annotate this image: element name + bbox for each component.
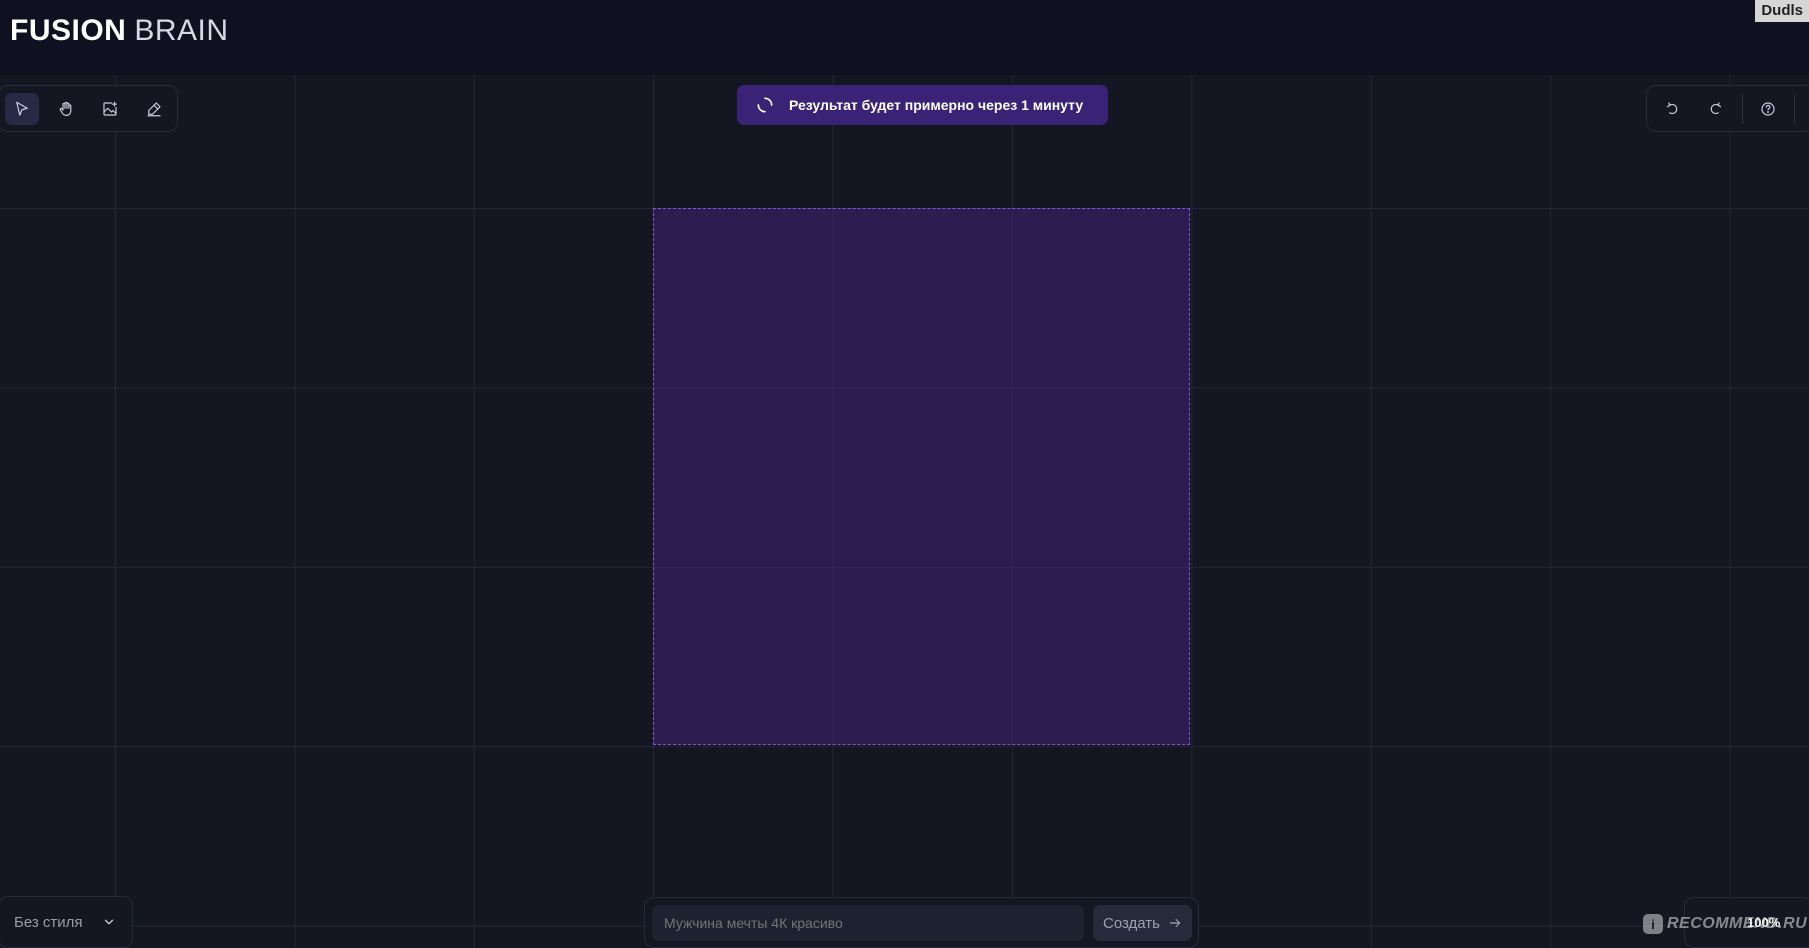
hand-tool-button[interactable] [49, 93, 83, 125]
logo-text-light: BRAIN [134, 14, 229, 47]
image-tool-button[interactable] [93, 93, 127, 125]
style-select[interactable]: Без стиля [0, 896, 133, 948]
prompt-input[interactable] [652, 905, 1084, 941]
style-select-value: Без стиля [14, 914, 83, 931]
select-tool-button[interactable] [5, 93, 39, 125]
app-logo[interactable]: FUSION BRAIN [10, 14, 229, 48]
create-button-label: Создать [1102, 914, 1160, 932]
eraser-tool-button[interactable] [137, 93, 171, 125]
eraser-icon [147, 102, 161, 117]
arrow-right-icon [1169, 918, 1181, 928]
help-button[interactable] [1751, 93, 1785, 125]
toolbar-divider [1794, 94, 1795, 124]
hand-icon [59, 101, 72, 116]
help-circle-icon [1761, 102, 1775, 116]
username-badge: Dudls [1755, 0, 1809, 22]
generation-status-toast: Результат будет примерно через 1 минуту [737, 85, 1108, 125]
create-button[interactable]: Создать [1093, 905, 1192, 941]
watermark: i RECOMMEND.RU [1643, 913, 1807, 935]
spinner-icon [757, 97, 773, 113]
history-toolbar [1646, 85, 1809, 132]
tools-toolbar [0, 85, 178, 132]
undo-button[interactable] [1655, 93, 1689, 125]
prompt-bar: Создать [644, 897, 1199, 948]
toast-message: Результат будет примерно через 1 минуту [789, 97, 1084, 113]
cursor-arrow-icon [16, 101, 28, 116]
undo-icon [1666, 102, 1678, 115]
watermark-badge: i [1643, 914, 1663, 934]
logo-text-strong: FUSION [10, 14, 127, 47]
redo-button[interactable] [1699, 93, 1733, 125]
watermark-text: RECOMMEND.RU [1667, 915, 1808, 932]
image-add-icon [103, 101, 117, 116]
generation-placeholder-frame[interactable] [653, 208, 1190, 745]
redo-icon [1710, 102, 1722, 115]
top-bar: FUSION BRAIN Dudls [0, 0, 1809, 75]
chevron-down-icon [104, 919, 114, 925]
toolbar-divider [1742, 94, 1743, 124]
